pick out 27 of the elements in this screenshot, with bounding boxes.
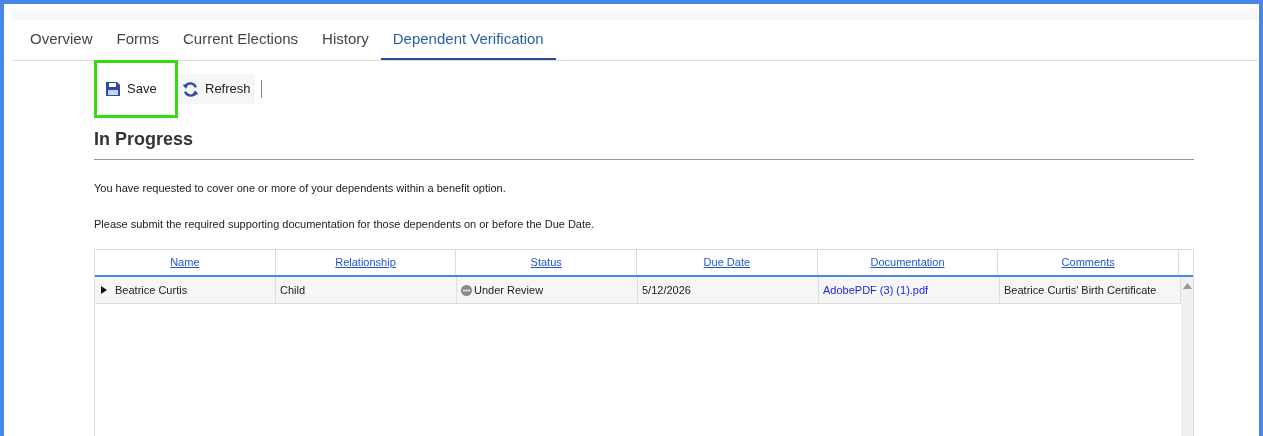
refresh-icon bbox=[182, 80, 199, 98]
table-cell-text: Beatrice Curtis bbox=[115, 282, 188, 298]
column-header[interactable]: Documentation bbox=[870, 254, 945, 271]
column-header[interactable]: Name bbox=[170, 254, 200, 271]
table-cell-text: Beatrice Curtis' Birth Certificate bbox=[1004, 282, 1157, 298]
column-header[interactable]: Due Date bbox=[703, 254, 751, 271]
table-cell-text: 5/12/2026 bbox=[642, 282, 691, 298]
collapsed-caret-icon[interactable] bbox=[101, 286, 107, 294]
tab[interactable]: Overview bbox=[18, 20, 105, 60]
instruction-text: You have requested to cover one or more of your dependents within a benefit option. bbox=[94, 181, 507, 196]
ellipsis-circle-icon bbox=[461, 284, 472, 296]
refresh-button[interactable]: Refresh bbox=[178, 74, 255, 104]
column-header[interactable]: Relationship bbox=[335, 254, 396, 271]
save-button[interactable]: Save bbox=[94, 60, 178, 118]
scroll-up-icon[interactable] bbox=[1182, 283, 1192, 289]
document-link[interactable]: AdobePDF (3) (1).pdf bbox=[823, 281, 929, 299]
tab[interactable]: Current Elections bbox=[171, 20, 311, 60]
tab[interactable]: Dependent Verification bbox=[380, 20, 556, 60]
tab[interactable]: Forms bbox=[104, 20, 171, 60]
scrollbar[interactable] bbox=[1181, 277, 1193, 436]
column-header[interactable]: Status bbox=[530, 254, 562, 271]
column-header[interactable]: Comments bbox=[1061, 254, 1115, 271]
table-cell-text: Child bbox=[280, 282, 306, 298]
instruction-text: Please submit the required supporting documentation for those dependents on or before the Due Date. bbox=[94, 216, 596, 232]
section-title: In Progress bbox=[94, 126, 1194, 160]
tab[interactable]: History bbox=[310, 20, 381, 60]
table-cell-text: Under Review bbox=[474, 282, 544, 298]
